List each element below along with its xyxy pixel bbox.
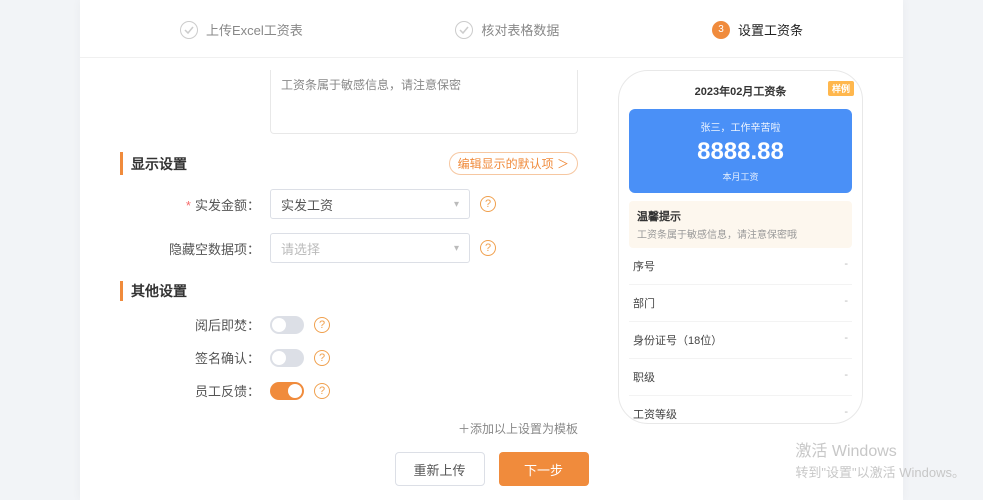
label-hide-empty: 隐藏空数据项： — [120, 239, 270, 258]
item-value: - — [844, 258, 848, 274]
phone-warning-box: 温馨提示 工资条属于敏感信息，请注意保密哦 — [629, 201, 852, 248]
list-item: 部门 - — [629, 285, 852, 322]
check-icon — [180, 21, 198, 39]
privacy-notice: 工资条属于敏感信息，请注意保密 — [270, 70, 578, 134]
label-actual-amount: 实发金额： — [120, 195, 270, 214]
reupload-button[interactable]: 重新上传 — [395, 452, 485, 486]
list-item: 序号 - — [629, 248, 852, 285]
phone-amount: 8888.88 — [639, 138, 842, 166]
phone-item-list: 序号 - 部门 - 身份证号（18位） - 职级 - — [629, 248, 852, 424]
sample-badge: 样例 — [828, 81, 854, 96]
row-employee-feedback: 员工反馈： ? — [120, 381, 578, 400]
item-value: - — [844, 332, 848, 348]
check-icon — [455, 21, 473, 39]
watermark-sub: 转到"设置"以激活 Windows。 — [795, 464, 965, 482]
item-label: 职级 — [633, 369, 655, 385]
row-sign-confirm: 签名确认： ? — [120, 348, 578, 367]
phone-warning-title: 温馨提示 — [637, 208, 844, 224]
item-label: 身份证号（18位） — [633, 332, 722, 348]
item-label: 工资等级 — [633, 406, 677, 422]
item-label: 序号 — [633, 258, 655, 274]
phone-title-text: 2023年02月工资条 — [695, 86, 787, 98]
phone-amount-note: 本月工资 — [639, 170, 842, 183]
item-label: 部门 — [633, 295, 655, 311]
select-hide-empty[interactable]: 请选择 ▾ — [270, 233, 470, 263]
step-number-icon: 3 — [712, 21, 730, 39]
toggle-sign-confirm[interactable] — [270, 349, 304, 367]
list-item: 职级 - — [629, 359, 852, 396]
next-button[interactable]: 下一步 — [499, 452, 589, 486]
step-upload-excel[interactable]: 上传Excel工资表 — [180, 20, 303, 39]
phone-amount-card: 张三，工作辛苦啦 8888.88 本月工资 — [629, 109, 852, 193]
wizard-steps: 上传Excel工资表 核对表格数据 3 设置工资条 — [80, 0, 903, 58]
help-icon[interactable]: ? — [480, 196, 496, 212]
body-layout: 工资条属于敏感信息，请注意保密 显示设置 编辑显示的默认项 ＞ 实发金额： 实发… — [80, 58, 903, 438]
step-label: 设置工资条 — [738, 20, 803, 39]
section-title-text: 其他设置 — [131, 281, 187, 301]
label-burn-after-read: 阅后即焚： — [120, 315, 270, 334]
phone-greeting: 张三，工作辛苦啦 — [639, 119, 842, 134]
windows-activation-watermark: 激活 Windows 转到"设置"以激活 Windows。 — [795, 441, 965, 482]
row-hide-empty: 隐藏空数据项： 请选择 ▾ ? — [120, 233, 578, 263]
section-display-settings: 显示设置 编辑显示的默认项 ＞ — [120, 152, 578, 175]
chevron-down-icon: ▾ — [454, 243, 459, 254]
label-employee-feedback: 员工反馈： — [120, 381, 270, 400]
row-actual-amount: 实发金额： 实发工资 ▾ ? — [120, 189, 578, 219]
footer-buttons: 重新上传 下一步 — [80, 452, 903, 486]
select-placeholder: 请选择 — [281, 239, 320, 258]
phone-preview-column: 2023年02月工资条 样例 张三，工作辛苦啦 8888.88 本月工资 温馨提… — [618, 70, 863, 438]
item-value: - — [844, 369, 848, 385]
step-label: 上传Excel工资表 — [206, 20, 303, 39]
phone-title-bar: 2023年02月工资条 样例 — [629, 79, 852, 103]
select-actual-amount[interactable]: 实发工资 ▾ — [270, 189, 470, 219]
add-as-template-link[interactable]: ＋添加以上设置为模板 — [120, 420, 578, 437]
label-sign-confirm: 签名确认： — [120, 348, 270, 367]
chevron-down-icon: ▾ — [454, 199, 459, 210]
step-label: 核对表格数据 — [481, 20, 559, 39]
item-value: - — [844, 406, 848, 422]
edit-default-items-link[interactable]: 编辑显示的默认项 ＞ — [449, 152, 578, 175]
step-configure-slip[interactable]: 3 设置工资条 — [712, 20, 803, 39]
section-title-text: 显示设置 — [131, 154, 187, 174]
help-icon[interactable]: ? — [314, 350, 330, 366]
list-item: 身份证号（18位） - — [629, 322, 852, 359]
step-verify-data[interactable]: 核对表格数据 — [455, 20, 559, 39]
help-icon[interactable]: ? — [480, 240, 496, 256]
toggle-burn-after-read[interactable] — [270, 316, 304, 334]
list-item: 工资等级 - — [629, 396, 852, 424]
page-container: 上传Excel工资表 核对表格数据 3 设置工资条 工资条属于敏感信息，请注意保… — [80, 0, 903, 500]
help-icon[interactable]: ? — [314, 383, 330, 399]
help-icon[interactable]: ? — [314, 317, 330, 333]
phone-preview: 2023年02月工资条 样例 张三，工作辛苦啦 8888.88 本月工资 温馨提… — [618, 70, 863, 424]
watermark-title: 激活 Windows — [795, 441, 965, 463]
toggle-employee-feedback[interactable] — [270, 382, 304, 400]
settings-form: 工资条属于敏感信息，请注意保密 显示设置 编辑显示的默认项 ＞ 实发金额： 实发… — [120, 70, 578, 438]
section-other-settings: 其他设置 — [120, 281, 578, 301]
select-value: 实发工资 — [281, 195, 333, 214]
item-value: - — [844, 295, 848, 311]
row-burn-after-read: 阅后即焚： ? — [120, 315, 578, 334]
phone-warning-desc: 工资条属于敏感信息，请注意保密哦 — [637, 226, 844, 241]
